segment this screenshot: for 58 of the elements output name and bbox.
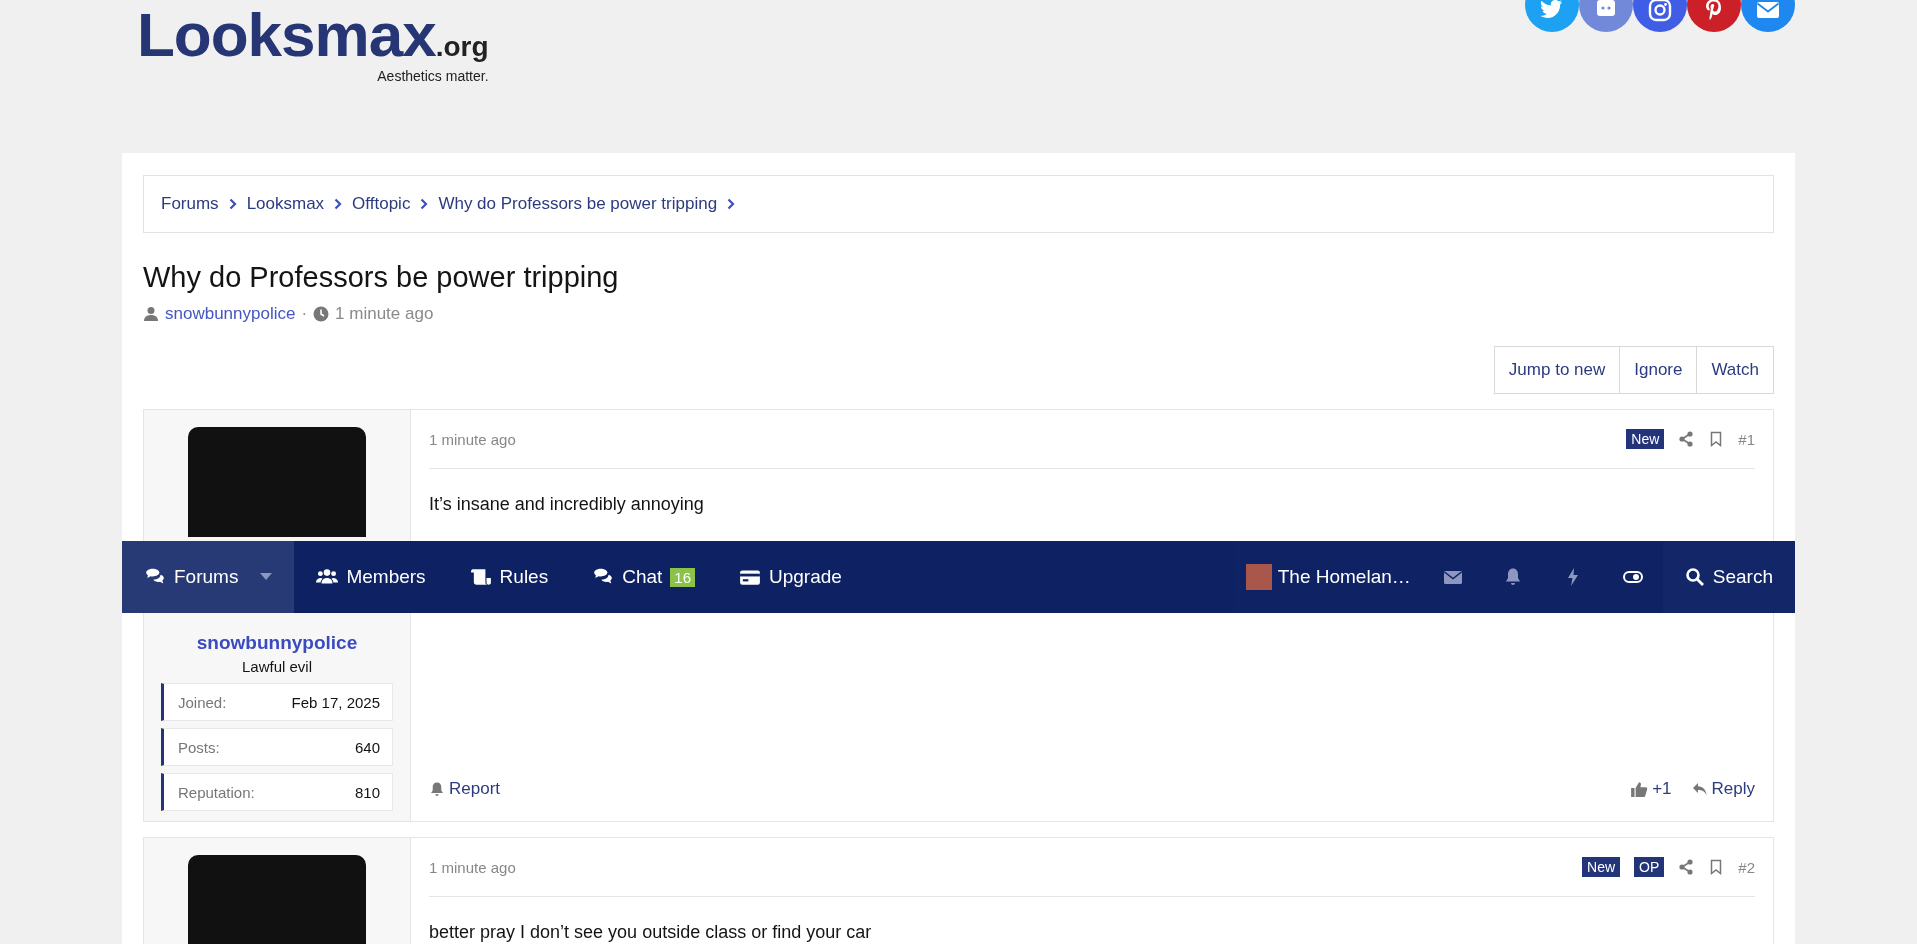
- post-badge: New: [1626, 429, 1665, 449]
- post-text: better pray I don’t see you outside class or find your car: [429, 922, 873, 943]
- author-link[interactable]: snowbunnypolice: [165, 304, 296, 324]
- avatar-photo-placeholder: [1245, 564, 1272, 590]
- post-text: It’s insane and incredibly annoying: [429, 494, 705, 515]
- nav-tab[interactable]: Forums: [122, 541, 295, 613]
- thread-title: Why do Professors be power tripping: [143, 261, 620, 294]
- breadcrumb-link[interactable]: Forums: [161, 194, 219, 214]
- breadcrumb-link[interactable]: Offtopic: [352, 194, 411, 214]
- user-account-link[interactable]: The Homelan…: [1233, 541, 1423, 613]
- chevron-icon: [334, 198, 343, 210]
- stat-label: Posts:: [178, 738, 220, 756]
- nav-tab[interactable]: Rules: [447, 541, 571, 613]
- post-badge: OP: [1634, 857, 1665, 877]
- post-time[interactable]: 1 minute ago: [429, 858, 516, 876]
- stat-label: Joined:: [178, 693, 227, 711]
- thread-time: 1 minute ago: [335, 304, 434, 324]
- post-number[interactable]: #1: [1738, 430, 1755, 448]
- search-icon: [1684, 567, 1705, 587]
- chevron-icon: [727, 198, 736, 210]
- site-tagline: Aesthetics matter.: [377, 68, 489, 84]
- stat-value: Feb 17, 2025: [291, 693, 380, 711]
- breadcrumb-link[interactable]: Looksmax: [246, 194, 325, 214]
- user-title: Lawful evil: [241, 658, 312, 675]
- credit-card-icon: [739, 567, 761, 587]
- report-link[interactable]: Report: [429, 779, 501, 799]
- stat-value: 640: [354, 738, 380, 756]
- nav-tab[interactable]: Chat 16: [570, 541, 717, 613]
- scroll-icon: [469, 567, 492, 587]
- post-badge: New: [1582, 857, 1621, 877]
- person-icon: [143, 306, 159, 322]
- post-number[interactable]: #2: [1738, 858, 1755, 876]
- stat-value: 810: [354, 783, 380, 801]
- clock-icon: [313, 306, 330, 322]
- people-icon: [316, 567, 339, 587]
- breadcrumb-link[interactable]: Why do Professors be power tripping: [438, 194, 718, 214]
- share-icon[interactable]: [1678, 431, 1695, 447]
- thread-action-button[interactable]: Ignore: [1620, 346, 1698, 394]
- chevron-icon: [420, 198, 429, 210]
- nav-tab[interactable]: Upgrade: [717, 541, 864, 613]
- chat-count-badge: 16: [670, 567, 695, 587]
- logo-domain-suffix[interactable]: .org: [435, 33, 489, 61]
- thread-action-button[interactable]: Watch: [1697, 346, 1774, 394]
- chevron-icon: [228, 198, 237, 210]
- thumbs-up-icon: [1630, 780, 1649, 798]
- site-logo-text[interactable]: Looksmax: [137, 4, 436, 66]
- meta-separator: ·: [301, 304, 308, 324]
- caret-icon[interactable]: [260, 573, 273, 581]
- search-button[interactable]: Search: [1662, 541, 1795, 613]
- nav-tab[interactable]: Members: [294, 541, 448, 613]
- thread-action-button[interactable]: Jump to new: [1493, 346, 1621, 394]
- reply-link[interactable]: Reply: [1691, 779, 1755, 799]
- share-icon[interactable]: [1678, 859, 1695, 875]
- username-link[interactable]: snowbunnypolice: [196, 632, 358, 654]
- like-button[interactable]: +1: [1630, 779, 1672, 799]
- post-time[interactable]: 1 minute ago: [429, 430, 516, 448]
- stat-label: Reputation:: [178, 783, 255, 801]
- bell-icon: [429, 781, 445, 797]
